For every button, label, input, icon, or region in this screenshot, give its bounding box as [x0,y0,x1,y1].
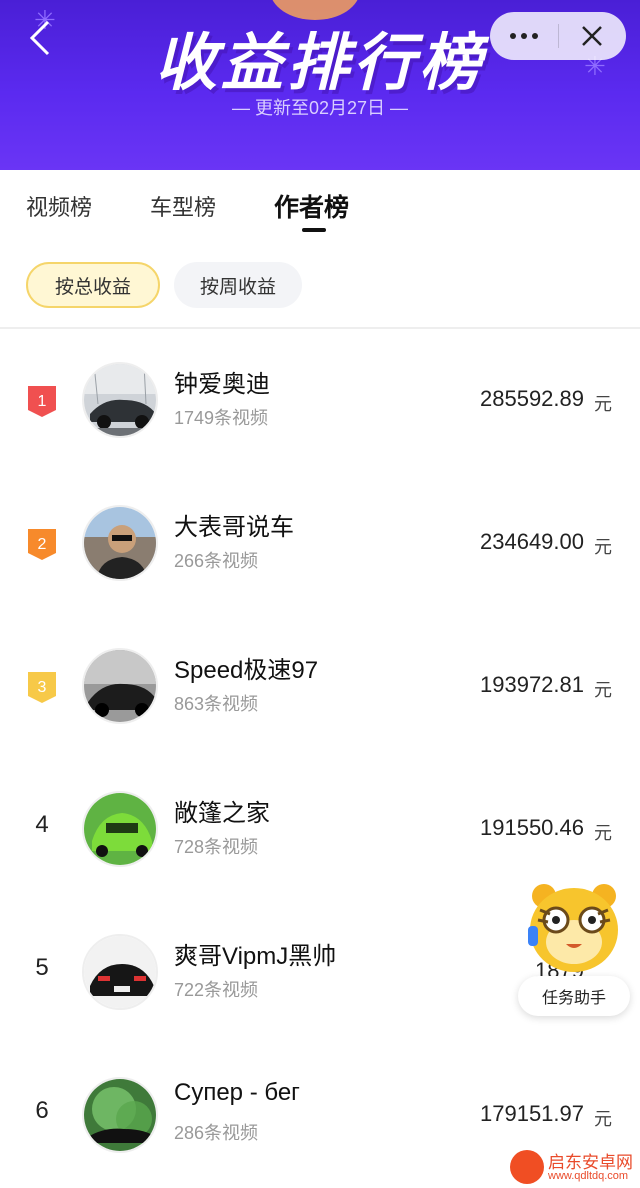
earnings-amount: 285592.89 [480,386,584,411]
tab-video[interactable]: 视频榜 [26,190,92,222]
video-count: 863条视频 [174,694,259,714]
earnings-amount: 191550.46 [480,815,584,840]
filter-total-earnings[interactable]: 按总收益 [26,262,160,308]
rank-number: 6 [35,1097,49,1124]
tab-car-model[interactable]: 车型榜 [150,190,216,222]
header-banner: ✳ ✳ 收益排行榜 — 更新至02月27日 — [0,0,640,170]
video-count: 728条视频 [174,837,259,857]
task-helper-button[interactable]: 任务助手 [518,880,630,1020]
earnings-amount: 179151.97 [480,1101,584,1126]
list-item[interactable]: 3 Speed极速97 863条视频 193972.81 元 [0,648,640,791]
author-name: 钟爱奥迪 [174,371,270,398]
rank-badge-number: 2 [38,536,47,553]
rank-number: 5 [35,954,49,981]
video-count: 266条视频 [174,551,259,571]
rank-badge-silver-icon: 2 [28,529,56,560]
avatar[interactable] [82,934,158,1010]
currency-unit: 元 [594,680,612,700]
avatar[interactable] [82,362,158,438]
rank-badge-number: 1 [38,393,47,410]
update-date-subtitle: — 更新至02月27日 — [231,98,409,118]
rank-badge-number: 3 [38,679,47,696]
close-button[interactable] [559,12,627,60]
close-icon [582,26,603,46]
avatar[interactable] [82,1077,158,1153]
list-item[interactable]: 2 大表哥说车 266条视频 234649.00 元 [0,505,640,648]
section-divider [0,327,640,329]
author-name: 敞篷之家 [174,800,270,827]
currency-unit: 元 [594,823,612,843]
ranking-tabs: 视频榜 车型榜 作者榜 [0,170,640,238]
filter-weekly-earnings[interactable]: 按周收益 [174,262,302,308]
currency-unit: 元 [594,394,612,414]
avatar[interactable] [82,648,158,724]
currency-unit: 元 [594,537,612,557]
author-name: 爽哥VipmJ黑帅 [174,943,337,970]
video-count: 1749条视频 [174,408,269,428]
site-watermark: 启东安卓网 www.qdltdq.com [510,1146,640,1188]
filter-chips: 按总收益 按周收益 [0,262,640,310]
watermark-logo-icon [510,1150,544,1184]
tab-author[interactable]: 作者榜 [274,188,349,224]
list-item[interactable]: 1 钟爱奥迪 1749条视频 285592.89 元 [0,362,640,505]
tiger-mascot-icon [528,884,618,972]
rank-badge-bronze-icon: 3 [28,672,56,703]
miniapp-capsule [490,12,626,60]
rank-badge-gold-icon: 1 [28,386,56,417]
author-name: Супер - бег [174,1079,300,1106]
earnings-amount: 193972.81 [480,672,584,697]
avatar[interactable] [82,791,158,867]
more-button[interactable] [490,12,558,60]
task-helper-label: 任务助手 [518,976,630,1016]
currency-unit: 元 [594,1109,612,1129]
watermark-url: www.qdltdq.com [548,1170,629,1182]
video-count: 722条视频 [174,980,259,1000]
author-name: Speed极速97 [174,657,319,684]
rank-number: 4 [35,811,49,838]
video-count: 286条视频 [174,1123,259,1143]
earnings-amount: 234649.00 [480,529,584,554]
avatar[interactable] [82,505,158,581]
more-dots-icon [509,33,538,39]
author-name: 大表哥说车 [174,514,294,541]
active-tab-indicator [302,228,326,232]
